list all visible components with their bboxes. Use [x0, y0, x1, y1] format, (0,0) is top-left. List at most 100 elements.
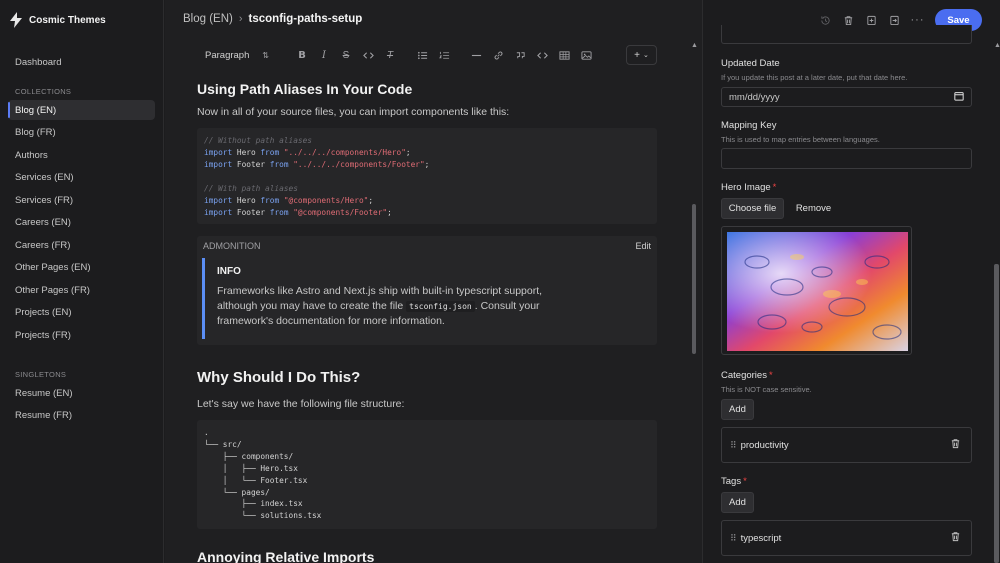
collections-section-label: COLLECTIONS [15, 87, 72, 96]
required-marker: * [768, 370, 773, 381]
sidebar-item-blog-fr[interactable]: Blog (FR) [8, 122, 155, 142]
code-keyword: import [204, 160, 233, 169]
blockquote-icon[interactable] [509, 44, 531, 66]
code-block-file-tree[interactable]: . └── src/ ├── components/ │ ├── Hero.ts… [197, 420, 657, 529]
bold-icon[interactable]: B [291, 44, 313, 66]
mapping-key-help: This is used to map entries between lang… [721, 135, 880, 144]
hero-image-preview [721, 226, 912, 355]
table-icon[interactable] [553, 44, 575, 66]
abstract-fluid-art-image [727, 232, 908, 351]
image-icon[interactable] [575, 44, 597, 66]
scroll-up-icon[interactable]: ▲ [994, 42, 1000, 49]
categories-help: This is NOT case sensitive. [721, 385, 812, 394]
breadcrumb-current: tsconfig-paths-setup [248, 13, 363, 25]
code-identifier: Footer [236, 208, 266, 217]
fields-panel: ··· Save Updated Date If you update this… [702, 0, 1000, 563]
previous-field-input[interactable] [721, 25, 972, 44]
sidebar-item-resume-en[interactable]: Resume (EN) [8, 383, 155, 403]
heading-path-aliases: Using Path Aliases In Your Code [197, 81, 413, 97]
tag-item[interactable]: ⠿ typescript [721, 520, 972, 556]
code-punct: ; [368, 196, 374, 205]
code-comment: // With path aliases [204, 184, 298, 193]
panel-scrollbar-thumb[interactable] [994, 264, 999, 563]
code-punct: ; [424, 160, 430, 169]
drag-handle-icon[interactable]: ⠿ [730, 440, 737, 451]
breadcrumb-separator: › [238, 13, 243, 25]
code-string: "../../../components/Hero" [283, 148, 406, 157]
trash-icon[interactable] [950, 438, 961, 452]
sidebar-item-careers-fr[interactable]: Careers (FR) [8, 235, 155, 255]
code-string: "@components/Footer" [293, 208, 388, 217]
editor-toolbar: Paragraph ⇅ B I S T [197, 44, 657, 66]
code-block-imports[interactable]: // Without path aliases import Hero from… [197, 128, 657, 224]
trash-icon[interactable] [950, 531, 961, 545]
sidebar-item-other-pages-en[interactable]: Other Pages (EN) [8, 257, 155, 277]
sidebar-item-authors[interactable]: Authors [8, 145, 155, 165]
mapping-key-label: Mapping Key [721, 120, 777, 131]
admonition-edit-button[interactable]: Edit [635, 241, 651, 251]
scroll-up-icon[interactable]: ▲ [691, 42, 698, 49]
code-keyword: import [204, 208, 233, 217]
sidebar-item-careers-en[interactable]: Careers (EN) [8, 212, 155, 232]
code-identifier: Footer [236, 160, 266, 169]
insert-block-button[interactable]: + ⌄ [626, 45, 657, 65]
code-block-icon[interactable] [531, 44, 553, 66]
bullet-list-icon[interactable] [411, 44, 433, 66]
editor-scrollbar-thumb[interactable] [692, 204, 696, 354]
editor-scrollbar[interactable]: ▲ [691, 42, 698, 563]
singletons-section-label: SINGLETONS [15, 370, 67, 379]
clear-format-icon[interactable]: T [379, 44, 401, 66]
calendar-icon[interactable] [954, 91, 964, 104]
remove-image-button[interactable]: Remove [790, 198, 837, 219]
tag-item-label: typescript [740, 532, 782, 544]
heading-annoying-imports: Annoying Relative Imports [197, 549, 375, 563]
mapping-key-input[interactable] [721, 148, 972, 169]
plus-icon: + [634, 49, 640, 61]
paragraph-intro: Now in all of your source files, you can… [197, 106, 510, 118]
sidebar-item-services-en[interactable]: Services (EN) [8, 167, 155, 187]
lightning-logo-icon [10, 12, 22, 28]
add-tag-button[interactable]: Add [721, 492, 754, 513]
strikethrough-icon[interactable]: S [335, 44, 357, 66]
admonition-block: ADMONITION Edit INFO Frameworks like Ast… [197, 236, 657, 345]
editor-area: Blog (EN) › tsconfig-paths-setup Paragra… [165, 0, 702, 563]
app-logo[interactable]: Cosmic Themes [9, 12, 106, 28]
hero-image-label: Hero Image * [721, 182, 776, 193]
numbered-list-icon[interactable] [433, 44, 455, 66]
category-item[interactable]: ⠿ productivity [721, 427, 972, 463]
code-comment: // Without path aliases [204, 136, 312, 145]
sidebar-item-projects-fr[interactable]: Projects (FR) [8, 325, 155, 345]
tags-label-text: Tags [721, 476, 742, 487]
code-punct: ; [405, 148, 411, 157]
sidebar-item-blog-en[interactable]: Blog (EN) [8, 100, 155, 120]
link-icon[interactable] [487, 44, 509, 66]
code-punct: ; [387, 208, 392, 217]
block-type-label: Paragraph [205, 49, 250, 61]
drag-handle-icon[interactable]: ⠿ [730, 533, 737, 544]
code-keyword: from [260, 196, 280, 205]
horizontal-rule-icon[interactable] [465, 44, 487, 66]
updated-date-input[interactable]: mm/dd/yyyy [721, 87, 972, 107]
sidebar-item-dashboard[interactable]: Dashboard [8, 52, 155, 72]
breadcrumb-parent-link[interactable]: Blog (EN) [183, 13, 233, 25]
hero-image-label-text: Hero Image [721, 182, 771, 193]
sidebar-item-resume-fr[interactable]: Resume (FR) [8, 405, 155, 425]
chevron-down-icon: ⌄ [642, 52, 649, 59]
admonition-title: INFO [217, 266, 241, 277]
italic-icon[interactable]: I [313, 44, 335, 66]
categories-label: Categories * [721, 370, 773, 381]
code-keyword: from [269, 208, 289, 217]
add-category-button[interactable]: Add [721, 399, 754, 420]
panel-scrollbar[interactable]: ▲ [993, 42, 1000, 563]
sidebar-item-other-pages-fr[interactable]: Other Pages (FR) [8, 280, 155, 300]
updated-date-label: Updated Date [721, 58, 780, 69]
category-item-label: productivity [740, 439, 789, 451]
sidebar-item-services-fr[interactable]: Services (FR) [8, 190, 155, 210]
block-type-select[interactable]: Paragraph ⇅ [197, 45, 277, 65]
choose-file-button[interactable]: Choose file [721, 198, 784, 219]
inline-code-icon[interactable] [357, 44, 379, 66]
sidebar-item-projects-en[interactable]: Projects (EN) [8, 302, 155, 322]
admonition-content[interactable]: INFO Frameworks like Astro and Next.js s… [202, 258, 657, 339]
code-keyword: from [260, 148, 280, 157]
chevron-updown-icon: ⇅ [262, 50, 269, 60]
